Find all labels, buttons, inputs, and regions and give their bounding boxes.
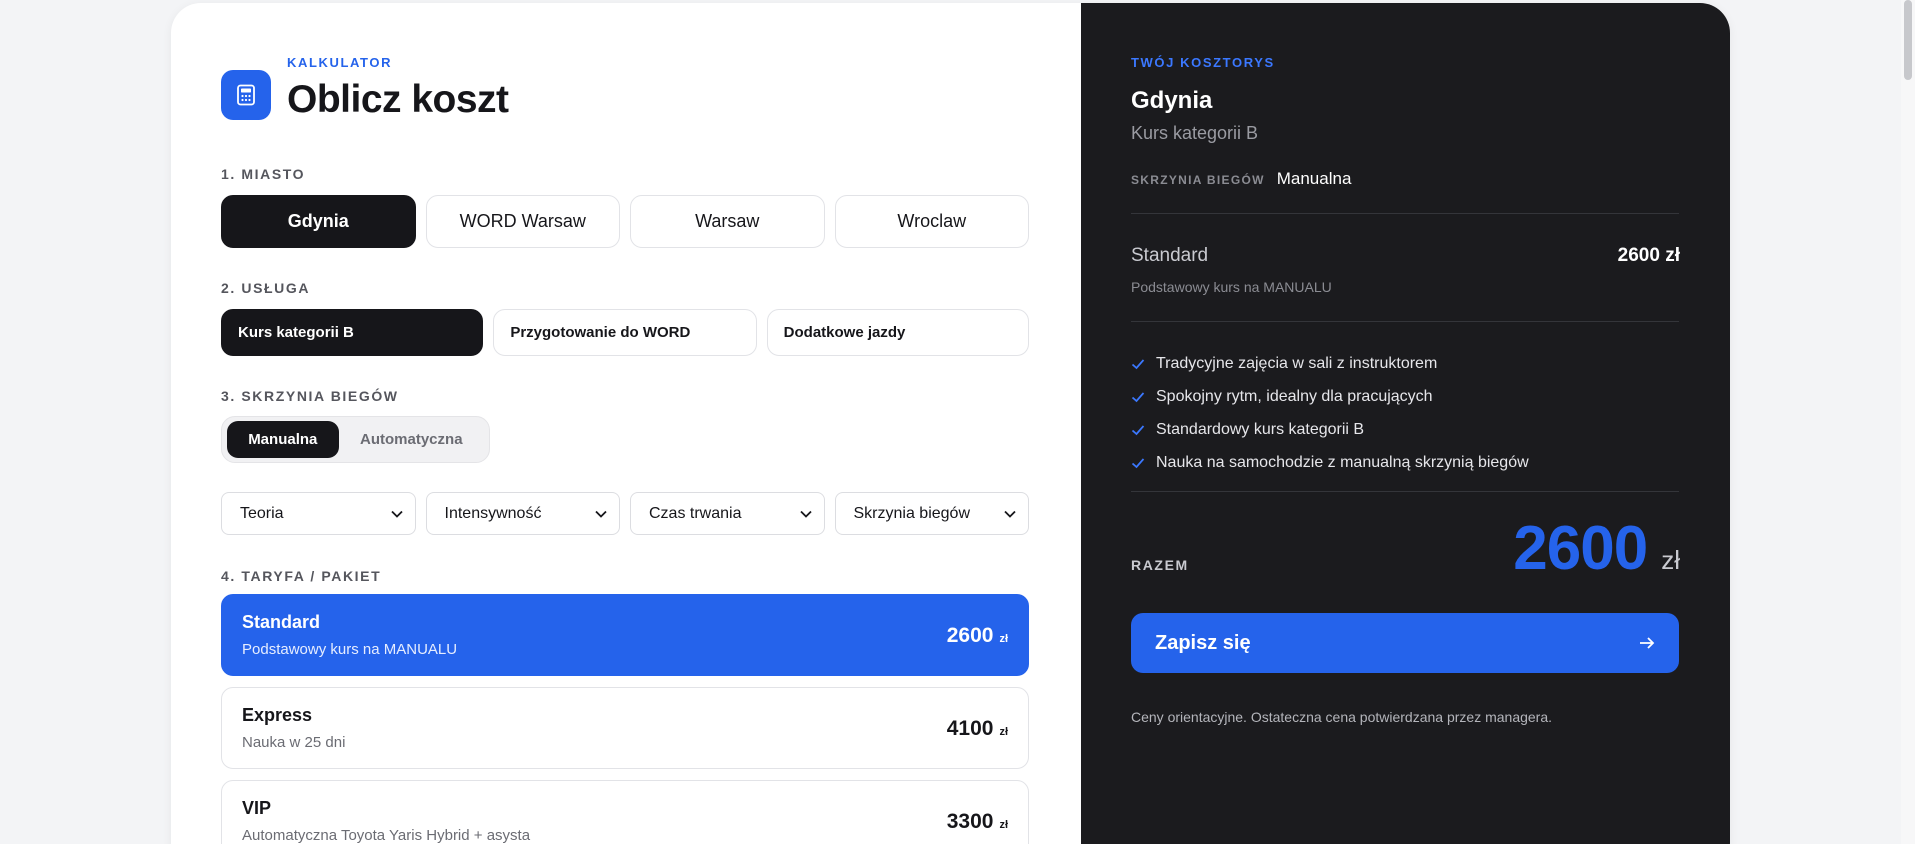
summary-course: Kurs kategorii B [1131,123,1259,143]
calculator-eyebrow: KALKULATOR [287,55,393,70]
tariff-card-standard[interactable]: Standard Podstawowy kurs na MANUALU 2600… [221,594,1029,676]
calculator-icon [221,70,271,120]
tariff-name: Standard [242,612,321,632]
tariff-card-vip[interactable]: VIP Automatyczna Toyota Yaris Hybrid + a… [221,780,1029,844]
summary-eyebrow: TWÓJ KOSZTORYS [1131,55,1275,70]
tariff-price: 4100 zł [947,717,1008,741]
summary-gearbox-label: SKRZYNIA BIEGÓW [1131,173,1265,187]
page-title: Oblicz koszt [287,78,509,121]
tariff-price: 2600 zł [947,624,1008,648]
calculator-header: KALKULATOR Oblicz koszt [221,55,509,122]
tariff-currency: zł [999,726,1008,738]
check-icon [1131,358,1145,369]
gearbox-manual-button[interactable]: Manualna [227,421,339,458]
scrollbar[interactable] [1901,0,1915,844]
chevron-down-icon [799,510,812,518]
filter-intensity-select[interactable]: Intensywność [425,492,620,535]
check-icon [1131,391,1145,402]
pricing-card: KALKULATOR Oblicz koszt 1. MIASTO Gdynia… [171,3,1730,844]
divider [1131,213,1679,214]
list-item: Nauka na samochodzie z manualną skrzynią… [1131,446,1529,479]
filter-label: Intensywność [444,504,542,522]
filter-row: Teoria Intensywność Czas trwania Skrzyni… [221,492,1029,535]
tariff-price: 3300 zł [947,810,1008,834]
check-icon [1131,457,1145,468]
city-selector: Gdynia WORD Warsaw Warsaw Wroclaw [221,195,1029,248]
disclaimer-text: Ceny orientacyjne. Ostateczna cena potwi… [1131,709,1553,725]
summary-gearbox: SKRZYNIA BIEGÓW Manualna [1131,169,1351,189]
city-option-warsaw[interactable]: Warsaw [630,195,825,248]
service-option-extra-drives[interactable]: Dodatkowe jazdy [766,309,1029,356]
tariff-currency: zł [999,633,1008,645]
divider [1131,321,1679,322]
total-price: 2600 zł [1513,513,1680,584]
summary-city: Gdynia [1131,87,1213,114]
summary-tariff-name: Standard [1131,245,1209,266]
feature-text: Nauka na samochodzie z manualną skrzynią… [1156,453,1529,471]
section-label-gearbox: 3. SKRZYNIA BIEGÓW [221,388,399,404]
gearbox-automatic-button[interactable]: Automatyczna [339,421,484,458]
chevron-down-icon [595,510,607,518]
total-value: 2600 [1513,514,1648,583]
section-label-city: 1. MIASTO [221,166,306,182]
summary-gearbox-value: Manualna [1276,169,1352,188]
tariff-price-value: 3300 [946,810,994,833]
arrow-right-icon [1640,637,1655,649]
check-icon [1131,424,1145,435]
tariff-card-express[interactable]: Express Nauka w 25 dni 4100 zł [221,687,1029,769]
chevron-down-icon [1004,510,1016,518]
city-option-wroclaw[interactable]: Wroclaw [834,195,1029,248]
signup-button-label: Zapisz się [1155,631,1251,654]
feature-list: Tradycyjne zajęcia w sali z instruktorem… [1131,347,1529,479]
tariff-price-value: 4100 [946,717,994,740]
summary-tariff-desc: Podstawowy kurs na MANUALU [1131,279,1332,295]
tariff-desc: Podstawowy kurs na MANUALU [242,641,458,658]
tariff-desc: Automatyczna Toyota Yaris Hybrid + asyst… [242,827,531,844]
filter-gearbox-select[interactable]: Skrzynia biegów [834,492,1029,535]
tariff-price-value: 2600 [946,624,994,647]
gearbox-toggle: Manualna Automatyczna [221,416,490,463]
feature-text: Tradycyjne zajęcia w sali z instruktorem [1156,354,1438,372]
chevron-down-icon [390,510,403,518]
filter-theory-select[interactable]: Teoria [221,492,416,535]
total-label: RAZEM [1131,557,1189,573]
total-currency: zł [1661,545,1680,575]
calculator-panel: KALKULATOR Oblicz koszt 1. MIASTO Gdynia… [171,3,1081,844]
section-label-tariff: 4. TARYFA / PAKIET [221,568,382,584]
tariff-desc: Nauka w 25 dni [242,734,346,751]
filter-label: Czas trwania [649,504,742,522]
filter-label: Teoria [240,504,284,522]
feature-text: Spokojny rytm, idealny dla pracujących [1156,387,1433,405]
list-item: Spokojny rytm, idealny dla pracujących [1131,380,1529,413]
city-option-word-warsaw[interactable]: WORD Warsaw [425,195,620,248]
service-selector: Kurs kategorii B Przygotowanie do WORD D… [221,309,1029,356]
signup-button[interactable]: Zapisz się [1131,613,1679,673]
service-option-word-prep[interactable]: Przygotowanie do WORD [493,309,757,356]
tariff-currency: zł [999,819,1008,831]
city-option-gdynia[interactable]: Gdynia [221,195,416,248]
summary-panel: TWÓJ KOSZTORYS Gdynia Kurs kategorii B S… [1081,3,1730,844]
service-option-course-b[interactable]: Kurs kategorii B [221,309,484,356]
tariff-name: VIP [242,798,272,818]
feature-text: Standardowy kurs kategorii B [1156,420,1365,438]
summary-tariff-price: 2600 zł [1617,245,1680,266]
divider [1131,491,1679,492]
list-item: Standardowy kurs kategorii B [1131,413,1529,446]
list-item: Tradycyjne zajęcia w sali z instruktorem [1131,347,1529,380]
section-label-service: 2. USŁUGA [221,280,311,296]
scrollbar-thumb[interactable] [1904,0,1912,80]
filter-duration-select[interactable]: Czas trwania [630,492,825,535]
tariff-name: Express [242,705,313,725]
filter-label: Skrzynia biegów [853,504,971,522]
